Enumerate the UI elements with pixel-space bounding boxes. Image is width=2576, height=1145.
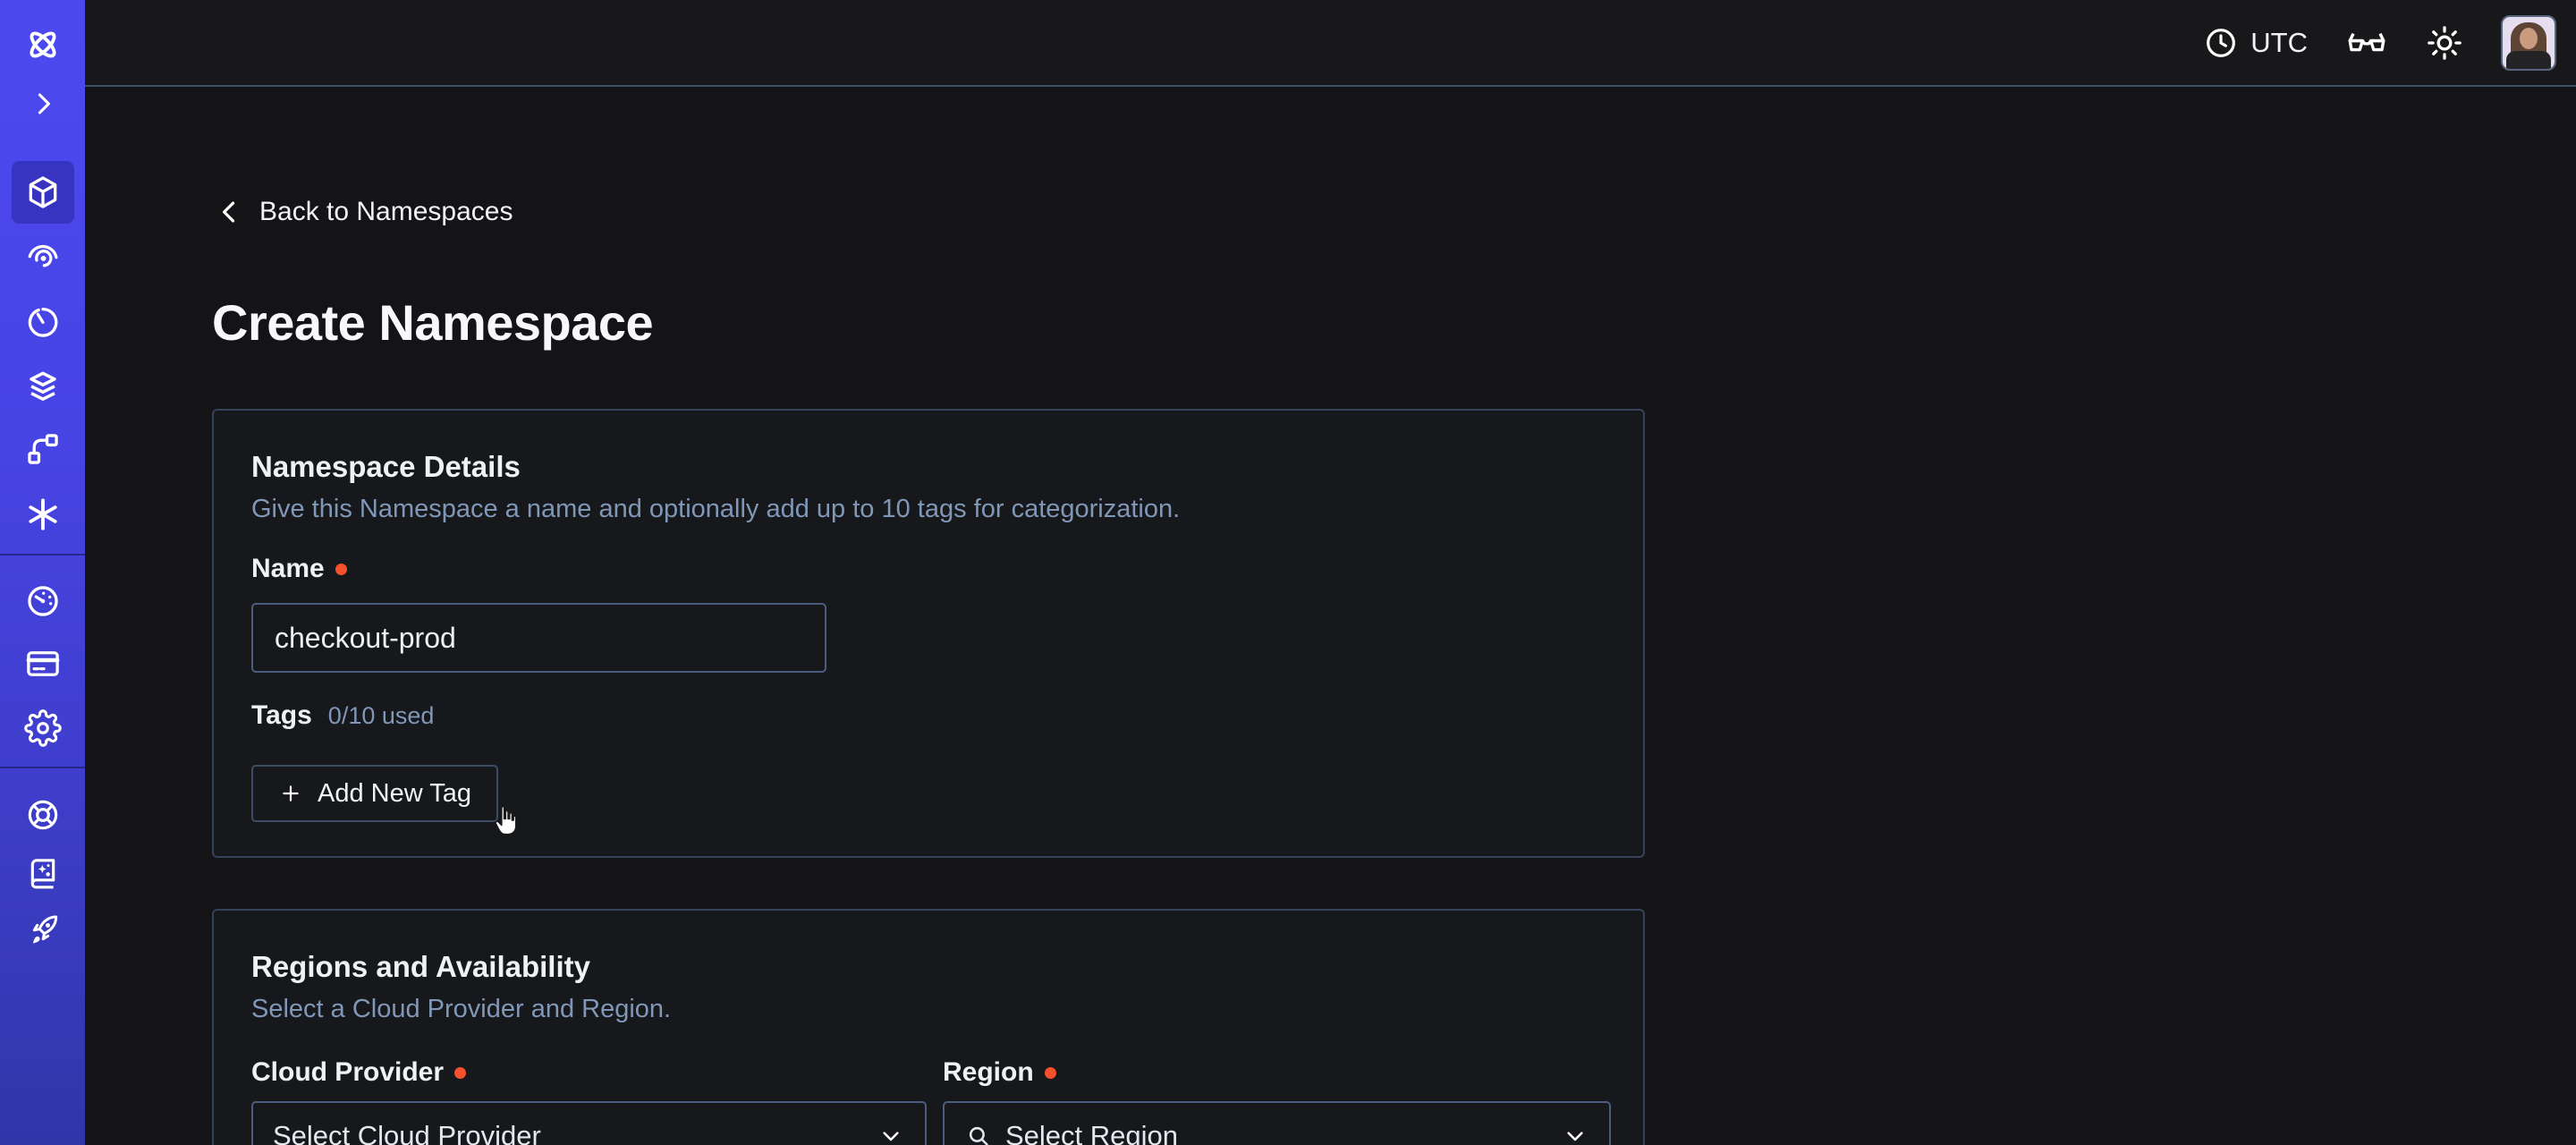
asterisk-icon[interactable] [0, 496, 85, 533]
back-link[interactable]: Back to Namespaces [215, 197, 513, 227]
cloud-provider-label: Cloud Provider [251, 1057, 466, 1088]
sidebar [0, 0, 85, 1145]
region-value: Select Region [1005, 1120, 1548, 1145]
search-icon [964, 1122, 993, 1145]
sun-icon[interactable] [2426, 24, 2463, 62]
tags-count: 0/10 used [328, 702, 435, 730]
layers-icon[interactable] [0, 368, 85, 405]
required-dot [454, 1067, 466, 1079]
credit-card-icon[interactable] [0, 645, 85, 683]
card-subtitle: Select a Cloud Provider and Region. [251, 995, 671, 1024]
cloud-provider-label-text: Cloud Provider [251, 1057, 444, 1088]
back-link-label: Back to Namespaces [259, 197, 513, 227]
name-field-label: Name [251, 554, 347, 584]
timezone-label: UTC [2250, 27, 2308, 59]
namespaces-cube-icon[interactable] [0, 174, 85, 211]
sidebar-divider [0, 554, 85, 556]
chevron-down-icon [877, 1122, 905, 1145]
cloud-provider-value: Select Cloud Provider [273, 1120, 864, 1145]
clock-icon [2203, 25, 2239, 61]
spiral-icon[interactable] [0, 238, 85, 276]
countdown-clock-icon[interactable] [0, 303, 85, 341]
region-label: Region [943, 1057, 1056, 1088]
gear-icon[interactable] [0, 709, 85, 747]
app-window: UTC [0, 0, 2576, 1145]
chevron-left-icon [215, 197, 245, 227]
tags-label: Tags [251, 700, 312, 731]
sidebar-divider [0, 767, 85, 768]
namespace-details-card: Namespace Details Give this Namespace a … [212, 409, 1645, 858]
cloud-provider-select[interactable]: Select Cloud Provider [251, 1101, 927, 1145]
name-label-text: Name [251, 554, 325, 584]
required-dot [335, 564, 347, 575]
card-title: Namespace Details [251, 450, 521, 484]
add-new-tag-label: Add New Tag [318, 779, 471, 809]
add-new-tag-button[interactable]: Add New Tag [251, 765, 498, 822]
plus-icon [278, 781, 303, 806]
namespace-name-input[interactable] [251, 603, 826, 673]
book-sparkle-icon[interactable] [0, 855, 85, 891]
branch-icon[interactable] [0, 430, 85, 468]
temporal-logo[interactable] [0, 24, 85, 65]
chevron-right-icon[interactable] [0, 88, 85, 120]
chevron-down-icon [1561, 1122, 1589, 1145]
page-title: Create Namespace [212, 293, 653, 352]
tags-header: Tags 0/10 used [251, 700, 434, 731]
user-avatar[interactable] [2501, 15, 2556, 71]
rocket-icon[interactable] [0, 912, 85, 948]
required-dot [1045, 1067, 1056, 1079]
region-label-text: Region [943, 1057, 1034, 1088]
timezone-selector[interactable]: UTC [2203, 25, 2308, 61]
card-title: Regions and Availability [251, 950, 590, 984]
gauge-icon[interactable] [0, 582, 85, 620]
lifebuoy-icon[interactable] [0, 797, 85, 833]
regions-card: Regions and Availability Select a Cloud … [212, 909, 1645, 1145]
avatar-shirt [2506, 51, 2551, 71]
region-select[interactable]: Select Region [943, 1101, 1611, 1145]
card-subtitle: Give this Namespace a name and optionall… [251, 495, 1180, 524]
topbar: UTC [85, 0, 2576, 87]
avatar-face [2520, 28, 2538, 49]
glasses-icon[interactable] [2345, 21, 2388, 64]
